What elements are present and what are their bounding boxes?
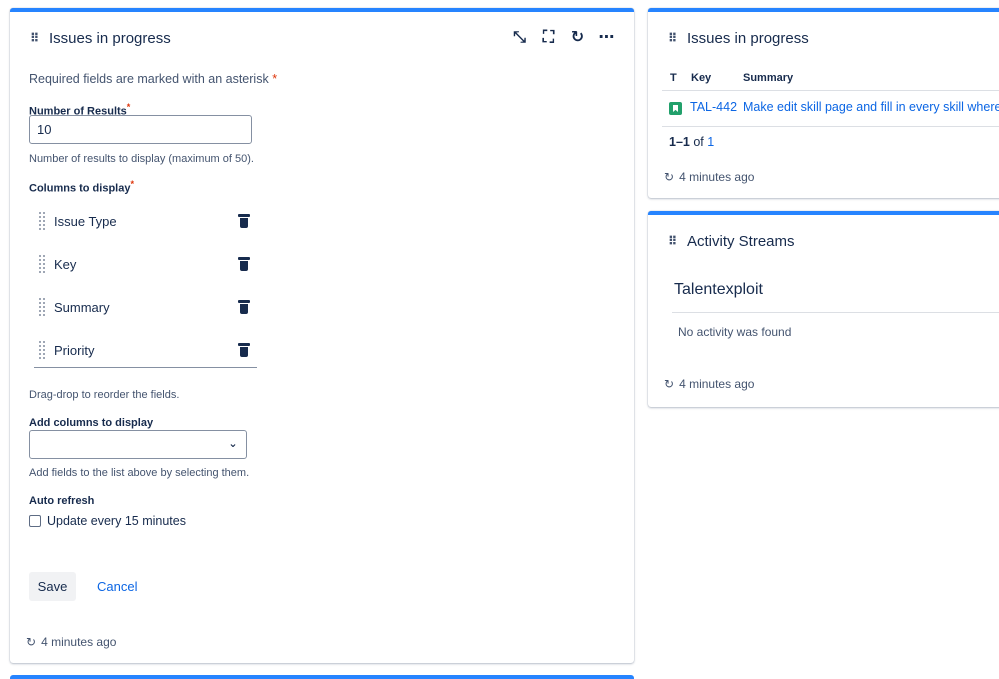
gadget-title: Activity Streams xyxy=(687,232,795,250)
column-item[interactable]: Key xyxy=(38,243,258,285)
last-updated: ↻ 4 minutes ago xyxy=(664,170,755,184)
pager: 1–1 of 1 xyxy=(669,135,715,149)
columns-divider xyxy=(34,367,257,368)
add-columns-label: Add columns to display xyxy=(29,417,154,429)
last-updated: ↻ 4 minutes ago xyxy=(26,635,117,649)
header-type[interactable]: T xyxy=(670,72,677,84)
refresh-icon[interactable]: ↻ xyxy=(26,635,36,649)
issue-key-link[interactable]: TAL-442 xyxy=(690,100,737,114)
next-gadget-edge xyxy=(10,675,634,679)
columns-help: Drag-drop to reorder the fields. xyxy=(29,389,180,401)
column-item[interactable]: Summary xyxy=(38,286,258,328)
more-icon[interactable]: ⋯ xyxy=(597,28,616,47)
grip-icon[interactable] xyxy=(38,340,46,360)
header-summary[interactable]: Summary xyxy=(743,72,793,84)
columns-label: Columns to display* xyxy=(29,179,135,195)
trash-icon[interactable] xyxy=(238,214,250,228)
gadget-title: Issues in progress xyxy=(687,29,809,47)
auto-refresh-checkbox[interactable] xyxy=(29,515,41,527)
last-updated: ↻ 4 minutes ago xyxy=(664,377,755,391)
issues-in-progress-gadget: ⠿ Issues in progress T Key Summary TAL-4… xyxy=(648,8,999,198)
gadget-header: ⠿ Issues in progress xyxy=(648,12,999,64)
grip-icon[interactable] xyxy=(38,211,46,231)
column-label: Issue Type xyxy=(54,213,117,229)
add-columns-select[interactable]: ⌄ xyxy=(29,430,247,459)
column-label: Priority xyxy=(54,342,95,358)
table-rule xyxy=(662,90,999,91)
refresh-icon[interactable]: ↻ xyxy=(664,377,674,391)
drag-handle-icon[interactable]: ⠿ xyxy=(30,31,40,45)
minimize-icon[interactable]: ⤡ xyxy=(510,28,529,47)
drag-handle-icon[interactable]: ⠿ xyxy=(668,234,678,248)
column-label: Key xyxy=(54,256,77,272)
column-item[interactable]: Priority xyxy=(38,329,258,371)
add-columns-help: Add fields to the list above by selectin… xyxy=(29,467,250,479)
gadget-title: Issues in progress xyxy=(49,29,171,47)
pager-total-link[interactable]: 1 xyxy=(707,135,714,149)
gadget-header: ⠿ Activity Streams xyxy=(648,215,999,267)
trash-icon[interactable] xyxy=(238,343,250,357)
column-item[interactable]: Issue Type xyxy=(38,200,258,242)
required-star: * xyxy=(272,72,278,86)
gadget-actions: ⤡ ⛶ ↻ ⋯ xyxy=(510,28,616,47)
issue-summary-link[interactable]: Make edit skill page and fill in every s… xyxy=(743,100,999,114)
chevron-down-icon: ⌄ xyxy=(228,438,238,450)
refresh-icon[interactable]: ↻ xyxy=(664,170,674,184)
activity-streams-gadget: ⠿ Activity Streams Talentexploit No acti… xyxy=(648,211,999,407)
column-label: Summary xyxy=(54,299,110,315)
refresh-icon[interactable]: ↻ xyxy=(568,28,587,47)
table-header: T Key Summary xyxy=(662,72,999,90)
trash-icon[interactable] xyxy=(238,257,250,271)
header-key[interactable]: Key xyxy=(691,72,711,84)
table-rule xyxy=(662,126,999,127)
auto-refresh-label: Auto refresh xyxy=(29,495,95,507)
save-button[interactable]: Save xyxy=(29,572,76,601)
cancel-link[interactable]: Cancel xyxy=(97,579,137,594)
num-results-help: Number of results to display (maximum of… xyxy=(29,153,254,165)
drag-handle-icon[interactable]: ⠿ xyxy=(668,31,678,45)
story-icon xyxy=(669,102,682,115)
grip-icon[interactable] xyxy=(38,297,46,317)
grip-icon[interactable] xyxy=(38,254,46,274)
stream-title: Talentexploit xyxy=(674,281,763,298)
issues-in-progress-gadget-edit: ⠿ Issues in progress ⤡ ⛶ ↻ ⋯ Required fi… xyxy=(10,8,634,663)
stream-rule xyxy=(672,312,999,313)
auto-refresh-checkbox-label[interactable]: Update every 15 minutes xyxy=(47,514,186,528)
trash-icon[interactable] xyxy=(238,300,250,314)
num-results-input[interactable] xyxy=(29,115,252,144)
fullscreen-icon[interactable]: ⛶ xyxy=(539,28,558,47)
empty-message: No activity was found xyxy=(678,325,792,339)
required-fields-note: Required fields are marked with an aster… xyxy=(29,72,278,86)
